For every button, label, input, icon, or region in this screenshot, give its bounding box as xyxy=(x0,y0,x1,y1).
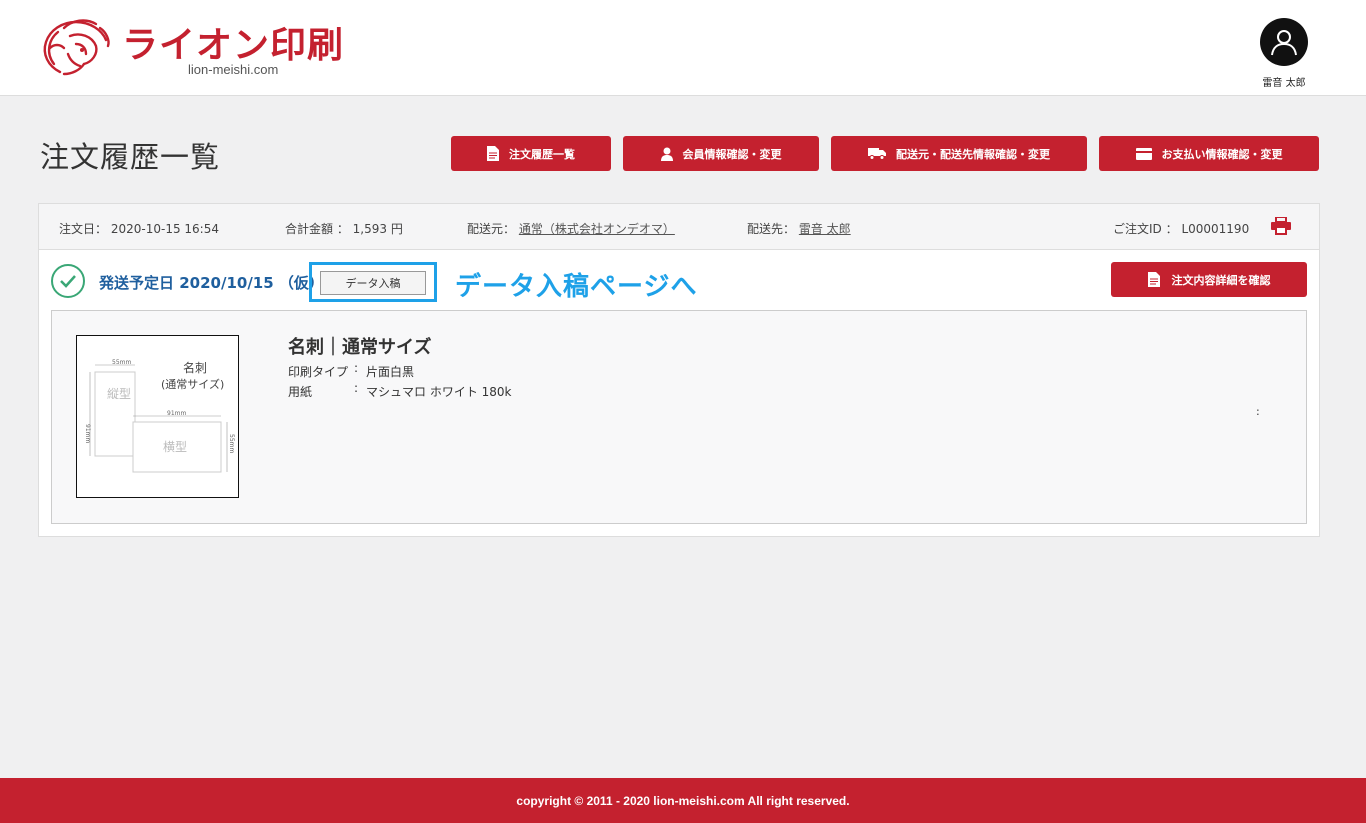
order-total: 合計金額 ： 1,593 円 xyxy=(285,222,403,236)
site-footer: copyright © 2011 - 2020 lion-meishi.com … xyxy=(0,778,1366,823)
page-title: 注文履歴一覧 xyxy=(40,140,221,174)
check-circle-icon xyxy=(51,264,85,298)
printer-icon[interactable] xyxy=(1271,217,1291,235)
user-icon xyxy=(1271,30,1297,56)
paper-row: 用紙: マシュマロ ホワイト 180k xyxy=(288,381,512,399)
shipping-info-label: 配送元・配送先情報確認・変更 xyxy=(896,147,1050,161)
product-thumbnail: 縦型 55mm 91mm 横型 91mm 55mm 名刺 (通常サイズ) xyxy=(76,335,239,498)
business-card-size-diagram: 縦型 55mm 91mm 横型 91mm 55mm 名刺 (通常サイズ) xyxy=(84,359,235,473)
print-type-label: 印刷タイプ xyxy=(288,365,349,379)
payment-info-button[interactable]: お支払い情報確認・変更 xyxy=(1099,136,1319,171)
paper-label: 用紙 xyxy=(288,385,313,399)
user-menu[interactable]: 雷音 太郎 xyxy=(1252,18,1316,89)
paper-value: マシュマロ ホワイト 180k xyxy=(366,385,512,399)
document-icon xyxy=(487,146,499,161)
payment-info-label: お支払い情報確認・変更 xyxy=(1161,147,1283,161)
order-item: 縦型 55mm 91mm 横型 91mm 55mm 名刺 (通常サイズ) 名刺｜… xyxy=(51,310,1307,524)
ship-to-link[interactable]: 雷音 太郎 xyxy=(799,222,851,236)
ship-date: 発送予定日 2020/10/15 （仮） xyxy=(99,274,324,292)
avatar[interactable] xyxy=(1260,18,1308,66)
order-card: 注文日： 2020-10-15 16:54 合計金額 ： 1,593 円 配送元… xyxy=(38,203,1320,537)
order-date: 注文日： 2020-10-15 16:54 xyxy=(59,222,219,236)
product-name: 名刺｜通常サイズ xyxy=(288,337,432,358)
dim-55-top: 55mm xyxy=(112,359,131,366)
ship-to: 配送先： 雷音 太郎 xyxy=(747,222,851,236)
credit-card-icon xyxy=(1135,147,1152,160)
member-info-label: 会員情報確認・変更 xyxy=(682,147,782,161)
logo-domain: lion-meishi.com xyxy=(188,62,279,77)
site-header: ライオン印刷 lion-meishi.com 雷音 太郎 xyxy=(0,0,1366,96)
shipping-info-button[interactable]: 配送元・配送先情報確認・変更 xyxy=(831,136,1087,171)
order-detail-label: 注文内容詳細を確認 xyxy=(1171,273,1271,287)
person-icon xyxy=(660,147,673,161)
user-name: 雷音 太郎 xyxy=(1262,78,1306,89)
site-logo[interactable]: ライオン印刷 lion-meishi.com xyxy=(40,14,370,84)
document-icon xyxy=(1147,272,1160,287)
print-type-row: 印刷タイプ: 片面白黒 xyxy=(288,361,415,379)
ship-from-link[interactable]: 通常（株式会社オンデオマ） xyxy=(519,222,675,236)
order-history-button[interactable]: 注文履歴一覧 xyxy=(451,136,611,171)
truck-icon xyxy=(868,148,886,160)
print-type-value: 片面白黒 xyxy=(366,365,415,379)
lion-logo-icon xyxy=(43,19,110,76)
upload-highlight: データ入稿 xyxy=(309,262,437,302)
dim-91-top: 91mm xyxy=(167,410,186,417)
logo-text: ライオン印刷 xyxy=(122,25,345,66)
data-upload-button[interactable]: データ入稿 xyxy=(320,271,426,295)
order-detail-button[interactable]: 注文内容詳細を確認 xyxy=(1111,262,1307,297)
status-row: 発送予定日 2020/10/15 （仮） データ入稿 データ入稿ページへ 注文内… xyxy=(51,262,1309,302)
thumb-subtitle: (通常サイズ) xyxy=(161,377,224,391)
member-info-button[interactable]: 会員情報確認・変更 xyxy=(623,136,819,171)
dim-55-right: 55mm xyxy=(228,434,235,453)
order-meta-row: 注文日： 2020-10-15 16:54 合計金額 ： 1,593 円 配送元… xyxy=(39,204,1319,250)
order-history-label: 注文履歴一覧 xyxy=(509,147,575,161)
vertical-label: 縦型 xyxy=(107,387,131,401)
thumb-title: 名刺 xyxy=(183,360,207,375)
horizontal-label: 横型 xyxy=(163,440,187,454)
order-id: ご注文ID ： L00001190 xyxy=(1113,222,1250,236)
upload-annotation: データ入稿ページへ xyxy=(455,272,698,302)
ship-from: 配送元： 通常（株式会社オンデオマ） xyxy=(467,222,675,236)
copyright-text: copyright © 2011 - 2020 lion-meishi.com … xyxy=(516,793,850,808)
separator-colon: : xyxy=(1256,405,1260,418)
dim-91-left: 91mm xyxy=(84,424,91,443)
